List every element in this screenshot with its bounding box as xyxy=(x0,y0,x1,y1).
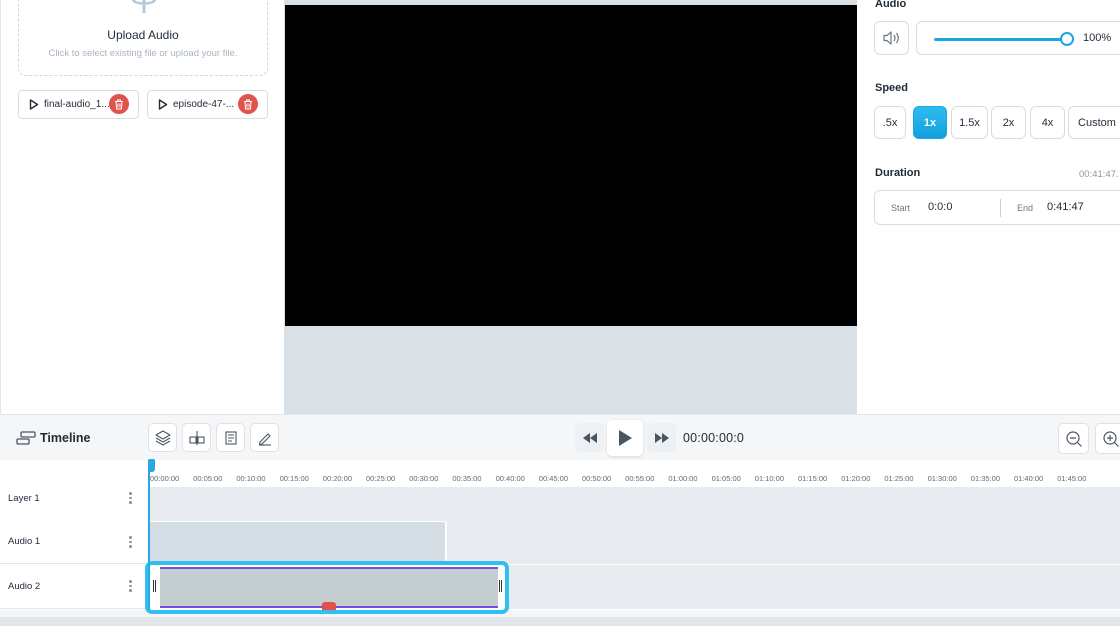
delete-file-button[interactable] xyxy=(109,94,129,114)
divider xyxy=(1000,199,1001,217)
ruler-tick-label: 01:40:00 xyxy=(1014,474,1044,483)
ruler-tick-label: 00:20:00 xyxy=(322,474,352,483)
duration-section-label: Duration xyxy=(875,167,921,179)
preview-area xyxy=(284,0,857,414)
trash-icon xyxy=(244,99,252,109)
ruler-tick-label: 01:05:00 xyxy=(711,474,741,483)
duration-total: 00:41:47. xyxy=(1079,169,1119,180)
timeline-ruler[interactable]: 00:00:00 00:05:00 00:10:00 00:15:00 00:20:00… xyxy=(0,460,1120,487)
speed-option-2x[interactable]: 2x xyxy=(991,106,1026,139)
ruler-tick-label: 01:35:00 xyxy=(970,474,1000,483)
end-time-input[interactable]: 0:41:47 xyxy=(1047,201,1084,213)
upload-audio-dropzone[interactable]: Upload Audio Click to select existing fi… xyxy=(18,0,268,76)
remove-clip-icon[interactable] xyxy=(322,602,336,610)
ruler-tick-label: 00:50:00 xyxy=(582,474,612,483)
end-label: End xyxy=(1017,203,1034,213)
ruler-tick-label: 00:30:00 xyxy=(409,474,439,483)
trim-button[interactable] xyxy=(216,423,245,452)
media-panel: Upload Audio Click to select existing fi… xyxy=(0,0,285,414)
zoom-out-icon xyxy=(1065,430,1082,447)
volume-control: 100% xyxy=(916,21,1120,55)
audio-section-label: Audio xyxy=(875,0,907,10)
ruler-tick-label: 00:45:00 xyxy=(538,474,568,483)
track-menu-icon[interactable] xyxy=(129,536,132,550)
timeline-toolbar: Timeline 00:00:00:0 xyxy=(0,415,1120,460)
layers-icon xyxy=(154,429,171,446)
video-preview[interactable] xyxy=(285,5,857,326)
properties-panel: Audio 100% Speed .5x 1x 1.5x 2x 4x Custo… xyxy=(857,0,1120,414)
track-menu-icon[interactable] xyxy=(129,580,132,594)
ruler-tick-label: 01:25:00 xyxy=(884,474,914,483)
ruler-tick-label: 01:45:00 xyxy=(1057,474,1087,483)
editor-root: Upload Audio Click to select existing fi… xyxy=(0,0,1120,626)
edit-button[interactable] xyxy=(250,423,279,452)
track-name: Layer 1 xyxy=(8,493,40,504)
split-icon xyxy=(188,430,205,445)
clip-trim-handle-right[interactable] xyxy=(499,580,502,592)
upload-subtitle: Click to select existing file or upload … xyxy=(48,48,238,59)
file-name: final-audio_1... xyxy=(44,99,110,110)
volume-slider-handle[interactable] xyxy=(1060,32,1074,46)
ruler-tick-label: 00:00:00 xyxy=(150,474,180,483)
track-header: Audio 2 xyxy=(0,565,148,609)
zoom-in-button[interactable] xyxy=(1095,423,1120,454)
play-icon[interactable] xyxy=(29,99,39,110)
speed-option-custom[interactable]: Custom xyxy=(1068,106,1120,139)
delete-file-button[interactable] xyxy=(238,94,258,114)
track-menu-icon[interactable] xyxy=(129,492,132,506)
mute-button[interactable] xyxy=(874,21,909,55)
fast-forward-button[interactable] xyxy=(647,423,676,452)
playhead[interactable] xyxy=(148,460,150,610)
ruler-tick-label: 01:00:00 xyxy=(668,474,698,483)
volume-value: 100% xyxy=(1083,32,1112,44)
pencil-icon xyxy=(258,432,271,446)
ruler-tick-label: 01:30:00 xyxy=(927,474,957,483)
rewind-icon xyxy=(582,432,597,443)
trim-icon xyxy=(224,430,237,445)
ruler-tick-label: 00:15:00 xyxy=(279,474,309,483)
ruler-tick-label: 00:25:00 xyxy=(366,474,396,483)
ruler-tick-label: 01:20:00 xyxy=(841,474,871,483)
ruler-tick-label: 00:10:00 xyxy=(236,474,266,483)
ruler-tick-label: 01:15:00 xyxy=(798,474,828,483)
clip-trim-handle-left[interactable] xyxy=(153,580,156,592)
speed-option-4x[interactable]: 4x xyxy=(1030,106,1065,139)
file-name: episode-47-... xyxy=(173,99,235,110)
fast-forward-icon xyxy=(654,432,669,443)
volume-slider-track[interactable] xyxy=(934,38,1067,41)
upload-icon xyxy=(132,0,156,13)
play-icon[interactable] xyxy=(158,99,168,110)
horizontal-scrollbar[interactable] xyxy=(0,617,1120,626)
start-label: Start xyxy=(891,203,911,213)
ruler-tick-label: 00:05:00 xyxy=(193,474,223,483)
track-name: Audio 2 xyxy=(8,581,41,592)
track-header: Audio 1 xyxy=(0,521,148,564)
speed-option-1.5x[interactable]: 1.5x xyxy=(951,106,988,139)
speed-option-1x[interactable]: 1x xyxy=(913,106,947,139)
split-button[interactable] xyxy=(182,423,211,452)
ruler-tick-label: 00:55:00 xyxy=(625,474,655,483)
audio-clip[interactable] xyxy=(149,521,447,561)
playhead-handle[interactable] xyxy=(148,459,155,472)
current-time: 00:00:00:0 xyxy=(683,431,745,445)
rewind-button[interactable] xyxy=(575,423,604,452)
zoom-out-button[interactable] xyxy=(1058,423,1089,454)
ruler-tick-label: 00:40:00 xyxy=(495,474,525,483)
start-time-input[interactable]: 0:0:0 xyxy=(928,201,952,213)
speed-section-label: Speed xyxy=(875,82,909,94)
upload-title: Upload Audio xyxy=(107,28,179,42)
timeline-icon xyxy=(16,431,36,445)
play-button[interactable] xyxy=(607,420,643,456)
duration-range: Start 0:0:0 End 0:41:47 xyxy=(874,190,1120,225)
ruler-tick-label: 01:10:00 xyxy=(754,474,784,483)
timeline-title: Timeline xyxy=(40,431,91,445)
layers-button[interactable] xyxy=(148,423,177,452)
speaker-icon xyxy=(882,31,899,45)
play-icon xyxy=(619,430,632,446)
zoom-in-icon xyxy=(1102,430,1119,447)
speed-option-0.5x[interactable]: .5x xyxy=(874,106,906,139)
ruler-tick-label: 00:35:00 xyxy=(452,474,482,483)
track-name: Audio 1 xyxy=(8,536,41,547)
trash-icon xyxy=(115,99,123,109)
